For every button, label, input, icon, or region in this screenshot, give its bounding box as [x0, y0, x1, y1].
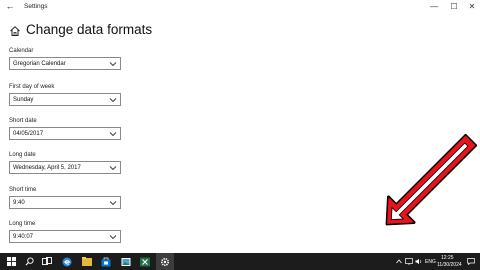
arrow-outline-shape: [385, 134, 477, 226]
task-view-icon: [42, 257, 52, 265]
chevron-down-icon: [109, 98, 117, 103]
start-button[interactable]: [2, 253, 20, 270]
long-time-label: Long time: [9, 221, 36, 227]
short-time-value: 9:40: [13, 200, 25, 206]
long-time-dropdown[interactable]: 9:40:07: [9, 230, 121, 243]
short-time-dropdown[interactable]: 9:40: [9, 196, 121, 209]
home-icon[interactable]: [9, 25, 21, 37]
title-bar: ← Settings — ☐ ✕: [0, 0, 480, 13]
clock-time[interactable]: 12:25: [441, 255, 454, 261]
chevron-down-icon: [109, 62, 117, 67]
chevron-up-icon[interactable]: [396, 259, 402, 264]
notification-icon[interactable]: [467, 258, 475, 265]
calendar-dropdown[interactable]: Gregorian Calendar: [9, 57, 121, 70]
settings-taskbar-button[interactable]: [156, 253, 174, 270]
clock-date[interactable]: 11/30/2024: [437, 262, 462, 268]
short-date-value: 04/05/2017: [13, 131, 44, 137]
long-date-value: Wednesday, April 5, 2017: [13, 165, 81, 171]
short-date-dropdown[interactable]: 04/05/2017: [9, 127, 121, 140]
store-taskbar-button[interactable]: [97, 253, 115, 270]
search-button[interactable]: [20, 253, 38, 270]
chevron-down-icon: [109, 235, 117, 240]
long-date-label: Long date: [9, 152, 36, 158]
arrow-inner-stroke: [390, 142, 469, 221]
file-explorer-taskbar-button[interactable]: [78, 253, 96, 270]
network-icon[interactable]: [405, 258, 413, 265]
task-view-button[interactable]: [38, 253, 56, 270]
long-date-dropdown[interactable]: Wednesday, April 5, 2017: [9, 161, 121, 174]
calendar-label: Calendar: [9, 48, 34, 54]
settings-icon: [160, 257, 170, 266]
window-title: Settings: [24, 3, 48, 10]
photos-icon: [121, 257, 131, 266]
taskbar: ENG 12:25 11/30/2024: [0, 253, 480, 270]
maximize-button[interactable]: ☐: [444, 0, 464, 13]
short-date-label: Short date: [9, 118, 37, 124]
short-time-label: Short time: [9, 187, 37, 193]
chevron-down-icon: [109, 166, 117, 171]
edge-icon: [62, 257, 72, 266]
store-icon: [101, 257, 111, 266]
chevron-down-icon: [109, 201, 117, 206]
first-day-of-week-value: Sunday: [13, 97, 34, 103]
excel-icon: [140, 257, 150, 266]
long-time-value: 9:40:07: [13, 234, 34, 240]
close-button[interactable]: ✕: [462, 0, 480, 13]
first-day-of-week-dropdown[interactable]: Sunday: [9, 93, 121, 106]
back-button[interactable]: ←: [5, 1, 15, 12]
language-indicator[interactable]: ENG: [425, 259, 436, 265]
windows-icon: [6, 257, 16, 266]
photos-taskbar-button[interactable]: [117, 253, 135, 270]
edge-taskbar-button[interactable]: [58, 253, 76, 270]
volume-icon[interactable]: [415, 258, 423, 265]
arrow-shape: [387, 135, 476, 224]
minimize-button[interactable]: —: [424, 0, 444, 13]
file-explorer-icon: [82, 257, 92, 266]
search-icon: [25, 257, 34, 266]
page-title: Change data formats: [26, 22, 153, 37]
chevron-down-icon: [109, 132, 117, 137]
first-day-of-week-label: First day of week: [9, 84, 55, 90]
calendar-value: Gregorian Calendar: [13, 61, 66, 67]
excel-taskbar-button[interactable]: [136, 253, 154, 270]
